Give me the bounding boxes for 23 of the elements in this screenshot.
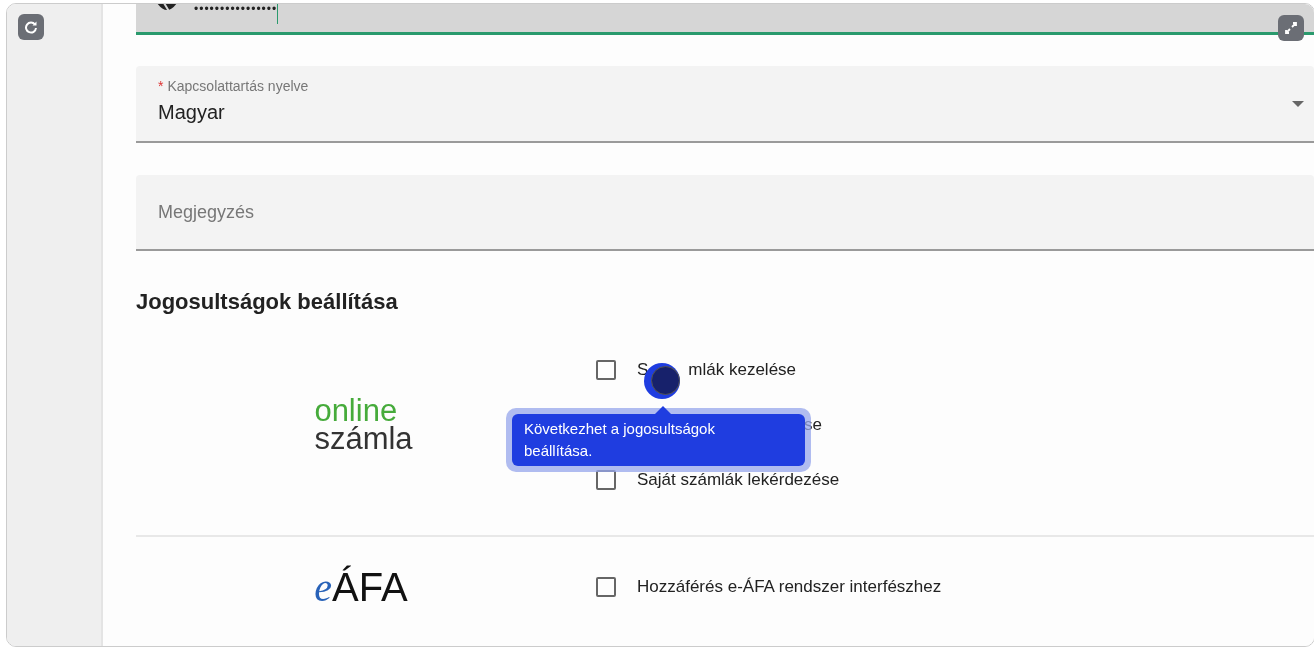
section-title: Jogosultságok beállítása: [136, 289, 399, 315]
online-szamla-logo: online számla: [314, 397, 413, 453]
field-label: Kapcsolattartás nyelve: [167, 78, 309, 94]
checkbox-label: mlák kezelése: [688, 360, 797, 380]
checkbox[interactable]: [596, 577, 616, 597]
note-field[interactable]: Megjegyzés: [136, 175, 1314, 251]
eafa-logo: eÁFA: [314, 563, 408, 611]
dropdown-caret-icon: [1292, 101, 1304, 107]
refresh-button[interactable]: [18, 14, 44, 40]
field-value: Magyar: [158, 101, 225, 124]
expand-icon: [1284, 21, 1298, 35]
required-mark: *: [158, 78, 164, 94]
checkbox[interactable]: [596, 360, 616, 380]
checkbox-label: se: [804, 415, 822, 435]
tooltip-text: Következhet a jogosultságok beállítása.: [524, 420, 715, 459]
password-field[interactable]: ••••••••••••••••: [136, 4, 1314, 35]
language-select[interactable]: * Kapcsolattartás nyelve Magyar: [136, 66, 1314, 143]
refresh-icon: [24, 20, 38, 34]
password-dots: ••••••••••••••••: [194, 4, 278, 16]
checkbox-label: S: [637, 360, 649, 380]
checkbox-label: Saját számlák lekérdezése: [637, 470, 840, 490]
expand-button[interactable]: [1278, 15, 1304, 41]
checkbox-label: Hozzáférés e-ÁFA rendszer interfészhez: [637, 577, 942, 597]
